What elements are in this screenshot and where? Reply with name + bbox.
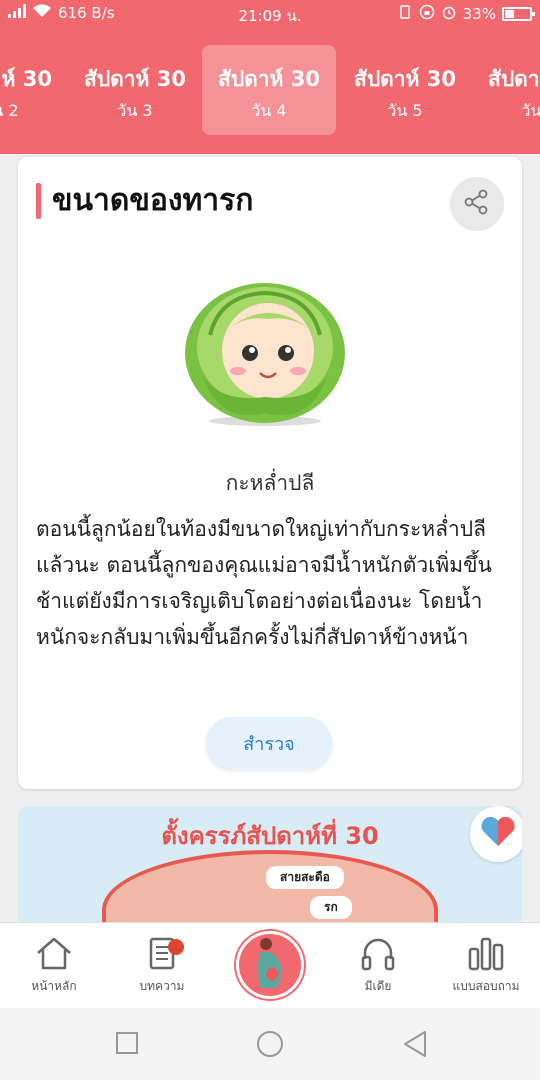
vibrate-icon bbox=[397, 4, 413, 24]
status-bar: 616 B/s 21:09 น. 33% bbox=[0, 0, 540, 28]
favorite-button[interactable] bbox=[470, 806, 522, 862]
survey-icon bbox=[432, 935, 540, 971]
bottom-navigation: หน้าหลัก บทความ มีเดีย แบบสอบถาม bbox=[0, 922, 540, 1008]
alarm-icon bbox=[441, 4, 457, 24]
share-button[interactable] bbox=[450, 177, 504, 231]
umbilical-cord-label: สายสะดือ bbox=[266, 866, 344, 889]
nav-survey[interactable]: แบบสอบถาม bbox=[432, 935, 540, 996]
battery-level: 33% bbox=[462, 5, 496, 23]
placenta-label: รก bbox=[310, 896, 352, 919]
back-button[interactable] bbox=[402, 1030, 428, 1062]
lock-rotation-icon bbox=[419, 4, 435, 24]
size-description: ตอนนี้ลูกน้อยในท้องมีขนาดใหญ่เท่ากับกระห… bbox=[36, 517, 492, 649]
tab-week30-day3[interactable]: สัปดาห์ 30 วัน 3 bbox=[68, 45, 202, 135]
card-title: ขนาดของทารก bbox=[52, 183, 254, 218]
nav-media[interactable]: มีเดีย bbox=[324, 935, 432, 996]
tab-week30-day5[interactable]: สัปดาห์ 30 วัน 5 bbox=[338, 45, 472, 135]
home-icon bbox=[0, 935, 108, 971]
pregnancy-center-button[interactable] bbox=[236, 931, 304, 999]
headphones-icon bbox=[324, 935, 432, 971]
tab-week30-day4[interactable]: สัปดาห์ 30 วัน 4 bbox=[202, 45, 336, 135]
fruit-name: กะหล่ำปลี bbox=[225, 471, 315, 495]
week-day-tabs: สัปดาห์ 30 วัน 2 สัปดาห์ 30 วัน 3 สัปดาห… bbox=[0, 28, 540, 154]
home-button[interactable] bbox=[256, 1030, 284, 1062]
share-icon bbox=[463, 188, 491, 220]
nav-articles[interactable]: บทความ bbox=[108, 935, 216, 996]
tab-week30-day6[interactable]: สัปดาห์ 30 วัน 6 bbox=[472, 45, 540, 135]
cabbage-illustration bbox=[180, 275, 350, 427]
recents-button[interactable] bbox=[116, 1032, 138, 1058]
explore-button[interactable]: สำรวจ bbox=[206, 717, 332, 769]
title-accent-bar bbox=[36, 183, 41, 219]
heart-icon bbox=[480, 816, 516, 852]
notification-dot bbox=[168, 939, 184, 955]
baby-size-card: ขนาดของทารก กะหล่ำปลี ตอนนี้ลูกน้อยในท้อ… bbox=[18, 157, 522, 789]
nav-home[interactable]: หน้าหลัก bbox=[0, 935, 108, 996]
battery-icon bbox=[502, 7, 535, 21]
pregnancy-icon bbox=[248, 936, 292, 994]
pregnancy-week-card[interactable]: ตั้งครรภ์สัปดาห์ที่ 30 สายสะดือ รก bbox=[18, 806, 522, 936]
system-navigation-bar bbox=[0, 1008, 540, 1080]
tab-week30-day2[interactable]: สัปดาห์ 30 วัน 2 bbox=[0, 45, 68, 135]
article-icon bbox=[108, 935, 216, 971]
